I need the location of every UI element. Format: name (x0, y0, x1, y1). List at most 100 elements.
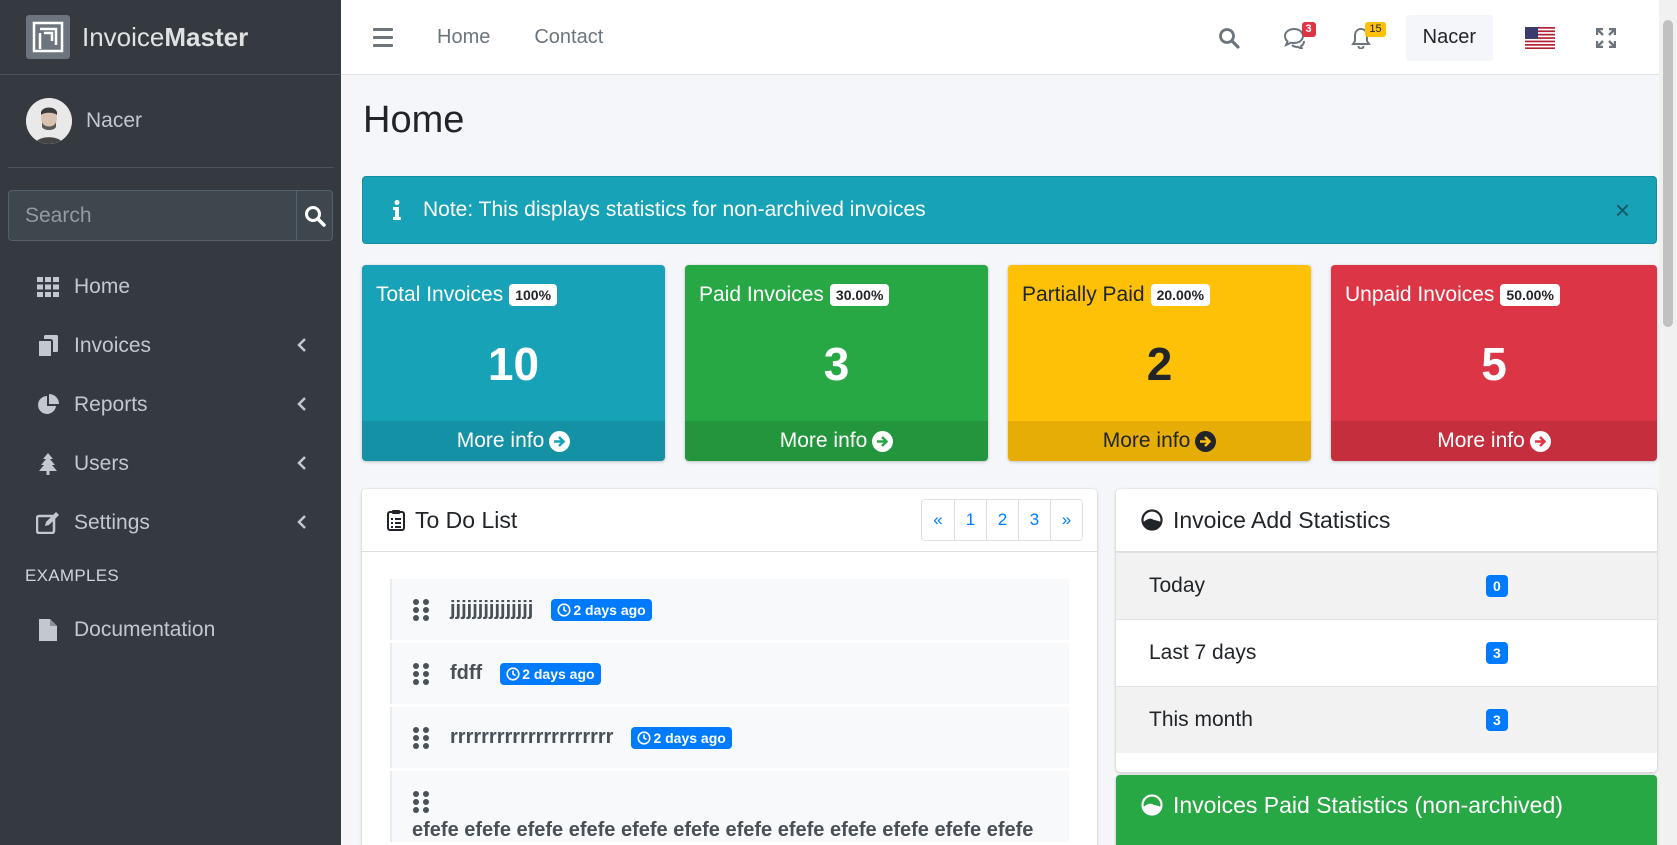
nav-link-home[interactable]: Home (437, 26, 490, 49)
time-badge-text: 2 days ago (573, 601, 646, 618)
pagination-page-3[interactable]: 3 (1018, 500, 1050, 540)
percent-badge: 20.00% (1150, 284, 1211, 306)
sidebar-item-label: Settings (74, 510, 150, 534)
sidebar-item-users[interactable]: Users (0, 434, 341, 493)
edit-icon (36, 511, 60, 535)
copy-icon (36, 334, 60, 358)
language-selector[interactable] (1507, 0, 1573, 75)
drag-handle-icon[interactable] (412, 726, 432, 749)
user-menu[interactable]: Nacer (1405, 14, 1493, 61)
pagination-page-1[interactable]: 1 (954, 500, 986, 540)
page-scrollbar[interactable] (1659, 0, 1677, 845)
sidebar-item-label: Users (74, 451, 129, 475)
percent-badge: 50.00% (1500, 284, 1560, 306)
box-partially-paid: Partially Paid 20.00% 2 More info (1008, 265, 1311, 461)
box-title: Partially Paid 20.00% (1022, 283, 1211, 307)
avatar (26, 98, 72, 144)
more-info-label: More info (779, 429, 868, 452)
search-icon (304, 205, 326, 227)
brand-text: InvoiceMaster (82, 22, 248, 53)
stats-row-this-month: This month 3 (1116, 686, 1657, 753)
box-value: 10 (487, 338, 540, 390)
arrow-circle-right-icon (872, 430, 894, 452)
navbar-search-button[interactable] (1196, 0, 1262, 75)
box-paid-invoices: Paid Invoices 30.00% 3 More info (685, 265, 988, 461)
sidebar-search-button[interactable] (296, 191, 332, 240)
notifications-badge: 15 (1365, 22, 1386, 37)
stats-card-header: Invoice Add Statistics (1116, 489, 1657, 552)
list-item[interactable]: fdff 2 days ago (390, 643, 1069, 704)
list-item[interactable]: jjjjjjjjjjjjjjj 2 days ago (390, 579, 1069, 640)
stats-row-last-7-days: Last 7 days 3 (1116, 619, 1657, 686)
stats-row-label: Today (1149, 574, 1206, 597)
box-value: 3 (823, 338, 850, 390)
info-alert: Note: This displays statistics for non-a… (362, 176, 1657, 244)
box-title-text: Total Invoices (376, 283, 504, 306)
sidebar-search-input[interactable] (9, 191, 296, 240)
close-icon[interactable]: × (1615, 197, 1630, 223)
sidebar-item-invoices[interactable]: Invoices (0, 316, 341, 375)
scroll-thumb[interactable] (1663, 20, 1673, 327)
sidebar-item-home[interactable]: Home (0, 257, 341, 316)
pagination-page-2[interactable]: 2 (986, 500, 1018, 540)
todo-list: jjjjjjjjjjjjjjj 2 days ago fdff 2 days a… (390, 579, 1069, 845)
todo-text: rrrrrrrrrrrrrrrrrrrrr (450, 726, 614, 748)
sidebar-item-settings[interactable]: Settings (0, 493, 341, 552)
percent-badge: 100% (509, 284, 558, 306)
chevron-left-icon (297, 334, 307, 358)
arrow-circle-right-icon (1195, 430, 1217, 452)
pagination-next[interactable]: » (1050, 500, 1082, 540)
brand-light: Invoice (82, 21, 165, 52)
sidebar-item-label: Reports (74, 392, 148, 416)
user-name: Nacer (86, 109, 143, 132)
clock-icon (557, 602, 571, 617)
box-total-invoices: Total Invoices 100% 10 More info (362, 265, 665, 461)
sidebar-item-documentation[interactable]: Documentation (0, 600, 341, 659)
percent-badge: 30.00% (829, 284, 890, 306)
top-navbar: Home Contact 3 15 Nacer (341, 0, 1659, 75)
box-value: 2 (1146, 338, 1173, 390)
time-badge: 2 days ago (500, 662, 601, 685)
pagination-prev[interactable]: « (922, 500, 954, 540)
pie-chart-icon (36, 393, 60, 417)
stats-row-today: Today 0 (1116, 552, 1657, 619)
sidebar-item-label: Home (74, 274, 131, 298)
sidebar-item-label: Invoices (74, 333, 152, 357)
user-panel[interactable]: Nacer (8, 75, 333, 168)
more-info-link[interactable]: More info (1008, 421, 1311, 461)
todo-card: To Do List « 1 2 3 » jjjjjjjjjjjjjjj 2 d… (362, 489, 1097, 845)
sidebar-item-label: Documentation (74, 617, 216, 641)
sidebar-item-reports[interactable]: Reports (0, 375, 341, 434)
box-title-text: Unpaid Invoices (1345, 283, 1495, 306)
paid-stats-header: Invoices Paid Statistics (non-archived) (1116, 775, 1657, 835)
todo-pagination: « 1 2 3 » (921, 499, 1083, 541)
arrow-circle-right-icon (549, 430, 571, 452)
more-info-link[interactable]: More info (685, 421, 988, 461)
brand-link[interactable]: InvoiceMaster (0, 0, 341, 75)
stat-boxes: Total Invoices 100% 10 More info Paid Inv… (362, 265, 1657, 461)
more-info-link[interactable]: More info (1331, 421, 1657, 461)
todo-text: jjjjjjjjjjjjjjj (450, 598, 534, 620)
menu-toggle-icon[interactable] (373, 27, 393, 47)
stats-row-label: This month (1149, 708, 1253, 731)
more-info-link[interactable]: More info (362, 421, 665, 461)
nav-link-contact[interactable]: Contact (534, 26, 603, 49)
drag-handle-icon[interactable] (412, 598, 432, 621)
chevron-left-icon (297, 511, 307, 535)
stats-row-label: Last 7 days (1149, 641, 1257, 664)
expand-icon (1596, 27, 1616, 48)
grid-icon (36, 275, 60, 299)
box-title: Total Invoices 100% (376, 283, 558, 307)
invoice-add-statistics-card: Invoice Add Statistics Today 0 Last 7 da… (1116, 489, 1657, 772)
clock-icon (637, 730, 652, 745)
messages-dropdown[interactable]: 3 (1262, 0, 1328, 75)
drag-handle-icon[interactable] (412, 662, 432, 685)
list-item[interactable]: efefe efefe efefe efefe efefe efefe efef… (390, 771, 1069, 842)
box-title: Unpaid Invoices 50.00% (1345, 283, 1560, 307)
drag-handle-icon[interactable] (412, 791, 432, 813)
page-title: Home (363, 99, 465, 141)
list-item[interactable]: rrrrrrrrrrrrrrrrrrrrr 2 days ago (390, 707, 1069, 768)
more-info-label: More info (1102, 429, 1191, 452)
fullscreen-button[interactable] (1573, 0, 1639, 75)
notifications-dropdown[interactable]: 15 (1328, 0, 1394, 75)
